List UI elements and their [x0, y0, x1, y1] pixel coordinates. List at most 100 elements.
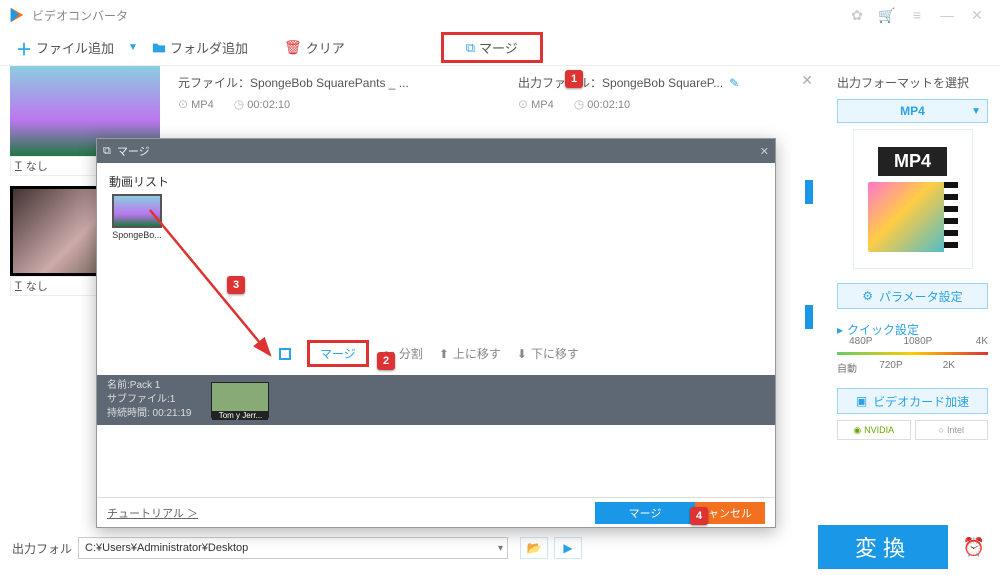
video-item-name: SpongeBo...: [109, 230, 165, 240]
title-bar: ビデオコンバータ ✿ 🛒 ≡ — ✕: [0, 0, 1000, 30]
param-label: パラメータ設定: [879, 288, 963, 305]
add-file-label: ファイル追加: [36, 38, 114, 57]
arrow-down-icon: ⬇: [517, 347, 527, 361]
q-4k: 4K: [976, 336, 988, 347]
trash-icon: 🗑: [284, 39, 302, 56]
cart-icon[interactable]: 🛒: [872, 0, 902, 30]
output-path-value: C:¥Users¥Administrator¥Desktop: [85, 542, 248, 554]
intel-icon: ○: [939, 425, 944, 435]
format-art: [868, 182, 958, 252]
out-format: MP4: [531, 99, 554, 111]
add-file-dropdown-icon[interactable]: ▼: [120, 42, 146, 53]
pack-subfiles: サブファイル:1: [107, 393, 191, 407]
gpu-accel-button[interactable]: ▣ ビデオカード加速: [837, 388, 988, 414]
format-preview: MP4: [853, 129, 973, 269]
right-panel: 出力フォーマットを選択 MP4 ▼ MP4 ⚙ パラメータ設定 ▸クイック設定 …: [825, 66, 1000, 521]
q-auto: 自動: [837, 360, 857, 375]
file-close-icon[interactable]: ✕: [801, 72, 813, 89]
q-1080: 1080P: [903, 336, 932, 347]
pack-thumb: Tom y Jerr...: [211, 382, 269, 418]
add-folder-label: フォルダ追加: [170, 38, 248, 57]
file-info-row: 元ファイル：SpongeBob SquarePants _ ... ⊙ MP4 …: [178, 74, 825, 111]
merge-label: マージ: [479, 38, 518, 57]
src-file-name: SpongeBob SquarePants _ ...: [250, 76, 409, 90]
gift-icon[interactable]: ✿: [842, 0, 872, 30]
out-duration: 00:02:10: [587, 99, 630, 111]
format-value: MP4: [900, 104, 925, 118]
app-logo-icon: [8, 6, 26, 24]
pack-row[interactable]: 名前:Pack 1 サブファイル:1 持続時間: 00:21:19 Tom y …: [97, 375, 775, 425]
pack-info: 名前:Pack 1 サブファイル:1 持続時間: 00:21:19: [107, 379, 191, 421]
plus-icon: ＋: [16, 36, 32, 60]
convert-button[interactable]: 変換: [818, 525, 948, 569]
video-list-item[interactable]: SpongeBo...: [109, 194, 165, 240]
convert-label: 変換: [855, 531, 911, 563]
play-icon: ⊙: [178, 97, 188, 111]
clock-icon: ◷: [234, 97, 244, 111]
quality-slider[interactable]: 480P 1080P 4K 自動 720P 2K: [837, 344, 988, 378]
src-duration: 00:02:10: [247, 99, 290, 111]
format-select[interactable]: MP4 ▼: [837, 99, 988, 123]
output-format-title: 出力フォーマットを選択: [837, 74, 988, 91]
video-list-label: 動画リスト: [109, 173, 763, 190]
bullet-icon: ▸: [837, 323, 843, 337]
add-file-button[interactable]: ＋ ファイル追加: [10, 32, 120, 64]
move-up-button[interactable]: ⬆上に移す: [439, 345, 501, 362]
minimize-icon[interactable]: —: [932, 0, 962, 30]
select-all-checkbox[interactable]: [279, 348, 291, 360]
output-path-field[interactable]: C:¥Users¥Administrator¥Desktop ▾: [78, 537, 508, 559]
dialog-footer: チュートリアル ＞ マージ ャンセル: [97, 497, 775, 527]
step-badge-2: 2: [377, 352, 395, 370]
q-480: 480P: [849, 336, 872, 347]
nvidia-icon: ◉: [853, 425, 861, 436]
clear-button[interactable]: 🗑 クリア: [278, 34, 351, 61]
quick-settings: ▸クイック設定 480P 1080P 4K 自動 720P 2K: [837, 321, 988, 378]
merge-icon: ⧉: [466, 40, 475, 56]
dialog-merge-button[interactable]: マージ: [307, 340, 369, 367]
arrow-up-icon: ⬆: [439, 347, 449, 361]
main-toolbar: ＋ ファイル追加 ▼ フォルダ追加 🗑 クリア ⧉ マージ: [0, 30, 1000, 66]
open-folder-button[interactable]: 📂: [520, 537, 548, 559]
intel-badge: ○Intel: [915, 420, 989, 440]
mp4-badge: MP4: [878, 147, 947, 176]
gpu-label: ビデオカード加速: [873, 393, 969, 410]
dialog-title: マージ: [117, 143, 150, 159]
alarm-icon[interactable]: ⏰: [960, 533, 988, 561]
pack-duration: 持続時間: 00:21:19: [107, 407, 191, 421]
out-file-label: 出力ファイル：: [518, 76, 602, 90]
play-output-button[interactable]: ▶: [554, 537, 582, 559]
sliders-icon: ⚙: [862, 289, 873, 303]
chevron-down-icon: ▾: [498, 543, 503, 554]
video-thumb: [112, 194, 162, 228]
dialog-close-icon[interactable]: ✕: [760, 145, 769, 158]
merge-icon: ⧉: [103, 145, 111, 158]
parameter-settings-button[interactable]: ⚙ パラメータ設定: [837, 283, 988, 309]
step-badge-4: 4: [690, 507, 708, 525]
add-folder-button[interactable]: フォルダ追加: [146, 34, 254, 61]
dialog-confirm-merge-button[interactable]: マージ: [595, 502, 695, 524]
output-folder-label: 出力フォル: [12, 540, 72, 557]
chevron-down-icon: ▼: [971, 106, 981, 117]
dialog-titlebar: ⧉ マージ ✕: [97, 139, 775, 163]
pack-name: 名前:Pack 1: [107, 379, 191, 393]
step-badge-3: 3: [227, 276, 245, 294]
src-file-label: 元ファイル：: [178, 76, 250, 90]
move-down-button[interactable]: ⬇下に移す: [517, 345, 579, 362]
menu-icon[interactable]: ≡: [902, 0, 932, 30]
edit-icon[interactable]: ✎: [729, 76, 739, 90]
merge-button[interactable]: ⧉ マージ: [466, 38, 518, 57]
tutorial-link[interactable]: チュートリアル ＞: [107, 505, 198, 521]
merge-button-highlight: ⧉ マージ: [441, 32, 543, 63]
src-format: MP4: [191, 99, 214, 111]
clock-icon: ◷: [574, 97, 584, 111]
row-accent: [805, 305, 813, 329]
merge-dialog: ⧉ マージ ✕ 動画リスト SpongeBo... マージ ✂分割 ⬆上に移す …: [96, 138, 776, 528]
q-2k: 2K: [943, 360, 955, 371]
out-file-name: SpongeBob SquareP...: [602, 76, 723, 90]
close-icon[interactable]: ✕: [962, 0, 992, 30]
play-icon: ⊙: [518, 97, 528, 111]
row-accent: [805, 180, 813, 204]
dialog-toolbar: マージ ✂分割 ⬆上に移す ⬇下に移す: [109, 340, 763, 367]
step-badge-1: 1: [565, 70, 583, 88]
clear-label: クリア: [306, 38, 345, 57]
